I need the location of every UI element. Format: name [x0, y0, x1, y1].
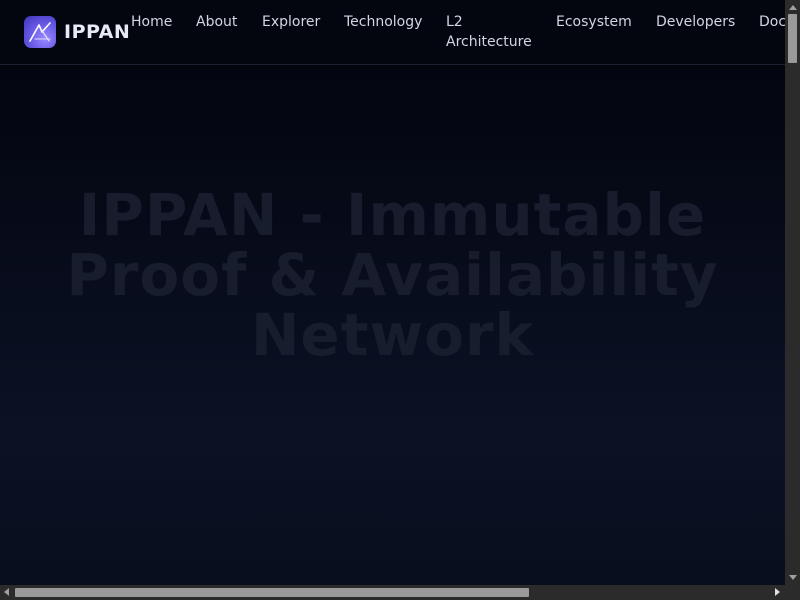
horizontal-scroll-thumb[interactable] — [15, 588, 529, 597]
vertical-scrollbar[interactable] — [785, 0, 800, 585]
nav-l2-architecture[interactable]: L2 Architecture — [446, 12, 536, 52]
nav-docs[interactable]: Docs — [759, 12, 785, 32]
hero-title: IPPAN - Immutable Proof & Availability N… — [66, 181, 719, 369]
nav-ecosystem[interactable]: Ecosystem — [556, 12, 632, 32]
vertical-scroll-thumb[interactable] — [788, 14, 797, 63]
scroll-down-arrow-icon[interactable] — [789, 575, 797, 580]
logo-glyph — [29, 22, 51, 42]
hero-section: IPPAN - Immutable Proof & Availability N… — [0, 65, 785, 585]
horizontal-scrollbar[interactable] — [0, 585, 785, 600]
page-viewport: IPPAN Home About Explorer Technology L2 … — [0, 0, 785, 585]
nav-developers[interactable]: Developers — [656, 12, 735, 32]
brand-name: IPPAN — [64, 21, 131, 43]
ippan-logo-icon — [24, 16, 56, 48]
nav-technology[interactable]: Technology — [344, 12, 422, 32]
scroll-right-arrow-icon[interactable] — [775, 588, 780, 596]
scroll-left-arrow-icon[interactable] — [4, 588, 9, 596]
nav-about[interactable]: About — [196, 12, 237, 32]
top-navbar: IPPAN Home About Explorer Technology L2 … — [0, 0, 785, 65]
scroll-up-arrow-icon[interactable] — [789, 5, 797, 10]
brand[interactable]: IPPAN — [24, 16, 130, 48]
nav-home[interactable]: Home — [131, 12, 172, 32]
scrollbar-corner — [785, 585, 800, 600]
nav-explorer[interactable]: Explorer — [262, 12, 320, 32]
